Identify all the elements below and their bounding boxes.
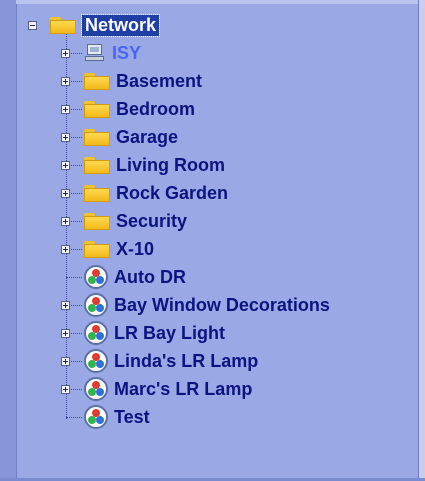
tree-root-network[interactable]: Network <box>50 13 161 37</box>
tree-node-label: Auto DR <box>114 266 186 287</box>
folder-icon <box>84 240 110 258</box>
tree-node[interactable]: Bedroom <box>84 98 195 120</box>
folder-icon <box>50 16 76 34</box>
tree-node[interactable]: Garage <box>84 126 178 148</box>
tree-node-label: Garage <box>116 126 179 147</box>
tree-node[interactable]: ISY <box>84 42 141 64</box>
tree-node[interactable]: Basement <box>84 70 202 92</box>
folder-icon <box>84 156 110 174</box>
tree-node-label: Test <box>114 406 150 427</box>
tree-node[interactable]: Security <box>84 210 187 232</box>
folder-icon <box>84 184 110 202</box>
tree-node[interactable]: Test <box>84 405 150 429</box>
tree-node-label: Security <box>116 210 188 231</box>
scene-icon <box>84 293 108 317</box>
collapse-toggle[interactable] <box>28 21 37 30</box>
left-margin <box>0 0 16 481</box>
folder-icon <box>84 212 110 230</box>
expand-toggle[interactable] <box>61 329 70 338</box>
tree-node-label: Basement <box>116 70 203 91</box>
tree-node[interactable]: Auto DR <box>84 265 186 289</box>
tree-node[interactable]: Linda's LR Lamp <box>84 349 259 373</box>
expand-toggle[interactable] <box>61 385 70 394</box>
scene-icon <box>84 265 108 289</box>
expand-toggle[interactable] <box>61 301 70 310</box>
tree-node-label: Bedroom <box>116 98 196 119</box>
expand-toggle[interactable] <box>61 245 70 254</box>
scene-icon <box>84 377 108 401</box>
expand-toggle[interactable] <box>61 49 70 58</box>
device-tree-panel[interactable] <box>16 4 419 480</box>
scene-icon <box>84 349 108 373</box>
tree-node[interactable]: X-10 <box>84 238 154 260</box>
folder-icon <box>84 128 110 146</box>
tree-node-label: X-10 <box>116 238 155 259</box>
right-border <box>418 0 425 481</box>
tree-node-label: ISY <box>112 42 142 63</box>
tree-node[interactable]: Rock Garden <box>84 182 228 204</box>
tree-node-label: Rock Garden <box>116 182 229 203</box>
expand-toggle[interactable] <box>61 133 70 142</box>
tree-node[interactable]: Marc's LR Lamp <box>84 377 253 401</box>
expand-toggle[interactable] <box>61 161 70 170</box>
expand-toggle[interactable] <box>61 217 70 226</box>
tree-node-label: Linda's LR Lamp <box>114 350 259 371</box>
scene-icon <box>84 321 108 345</box>
folder-icon <box>84 72 110 90</box>
folder-icon <box>84 100 110 118</box>
scene-icon <box>84 405 108 429</box>
tree-node[interactable]: Bay Window Decorations <box>84 293 330 317</box>
tree-node-label: Marc's LR Lamp <box>114 378 253 399</box>
tree-connector-horizontal <box>66 417 82 418</box>
tree-node[interactable]: Living Room <box>84 154 225 176</box>
tree-node-label: LR Bay Light <box>114 322 225 343</box>
expand-toggle[interactable] <box>61 77 70 86</box>
tree-root-label: Network <box>80 13 161 37</box>
expand-toggle[interactable] <box>61 189 70 198</box>
tree-node-label: Living Room <box>116 154 225 175</box>
tree-connector-horizontal <box>66 277 82 278</box>
tree-node-label: Bay Window Decorations <box>114 294 330 315</box>
tree-node[interactable]: LR Bay Light <box>84 321 225 345</box>
expand-toggle[interactable] <box>61 357 70 366</box>
computer-icon <box>84 43 106 63</box>
expand-toggle[interactable] <box>61 105 70 114</box>
